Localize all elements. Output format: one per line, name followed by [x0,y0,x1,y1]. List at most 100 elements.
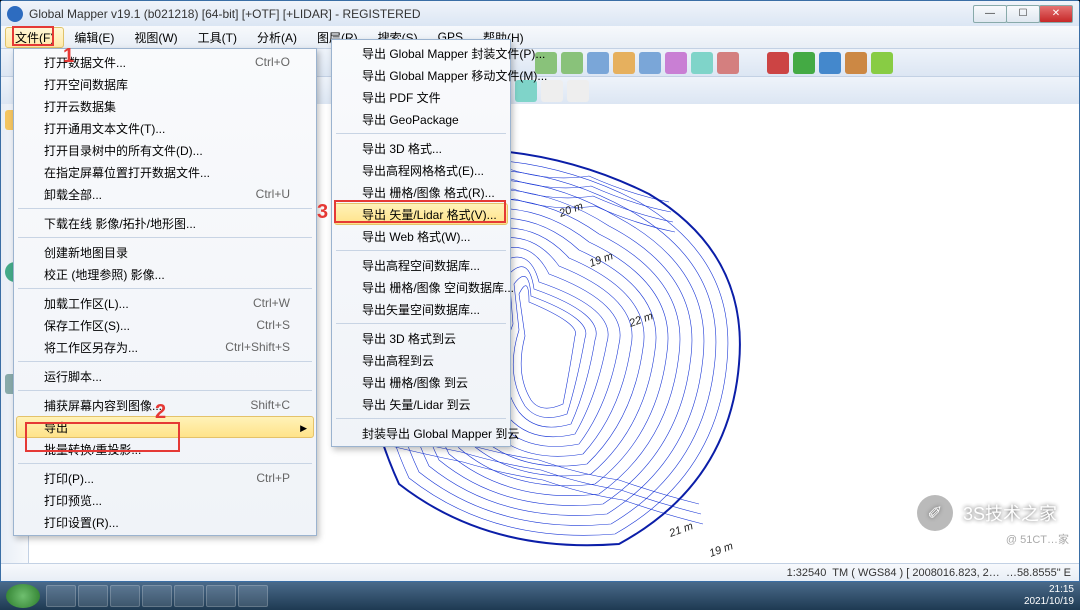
menu-item-label: 导出 栅格/图像 格式(R)... [362,184,495,201]
file-menu-item[interactable]: 打开云数据集 [16,95,314,117]
taskbar-clock[interactable]: 21:15 2021/10/19 [1024,584,1074,608]
menu-item-label: 批量转换/重投影... [44,441,141,458]
export-menu-item[interactable]: 导出 3D 格式... [334,137,508,159]
draw-poly-icon[interactable] [793,52,815,74]
taskbar-app[interactable] [206,585,236,607]
menu-item-label: 打开目录树中的所有文件(D)... [44,142,203,159]
tool5-icon[interactable] [691,52,713,74]
export-submenu-dropdown: 导出 Global Mapper 封装文件(P)...导出 Global Map… [331,39,511,447]
file-menu-item[interactable]: 运行脚本... [16,365,314,387]
minimize-button[interactable]: — [973,5,1007,23]
menu-item-label: 导出高程空间数据库... [362,257,480,274]
menu-item-label: 保存工作区(S)... [44,317,130,334]
close-button[interactable]: ✕ [1039,5,1073,23]
menu-item-label: 下载在线 影像/拓扑/地形图... [44,215,196,232]
search-icon[interactable] [567,80,589,102]
taskbar-app[interactable] [238,585,268,607]
draw-arc-icon[interactable] [845,52,867,74]
export-menu-item[interactable]: 封装导出 Global Mapper 到云 [334,422,508,444]
file-menu-item[interactable]: 保存工作区(S)...Ctrl+S [16,314,314,336]
menu-item-label: 在指定屏幕位置打开数据文件... [44,164,210,181]
menu-item-label: 导出 栅格/图像 到云 [362,374,468,391]
file-menu-item[interactable]: 打印设置(R)... [16,511,314,533]
export-menu-item[interactable]: 导出 Global Mapper 移动文件(M)... [334,64,508,86]
window-buttons: — ☐ ✕ [973,5,1073,23]
menu-tools[interactable]: 工具(T) [188,27,247,48]
menu-item-label: 卸载全部... [44,186,102,203]
menu-item-shortcut: Ctrl+Shift+S [195,340,290,354]
file-menu-item[interactable]: 打印(P)...Ctrl+P [16,467,314,489]
export-menu-item[interactable]: 导出矢量空间数据库... [334,298,508,320]
file-menu-item[interactable]: 打开目录树中的所有文件(D)... [16,139,314,161]
menu-item-label: 打开数据文件... [44,54,126,71]
file-menu-item[interactable]: 打印预览... [16,489,314,511]
menu-item-label: 封装导出 Global Mapper 到云 [362,425,519,442]
export-menu-item[interactable]: 导出高程到云 [334,349,508,371]
menu-item-label: 导出 3D 格式到云 [362,330,456,347]
file-menu-item[interactable]: 打开空间数据库 [16,73,314,95]
menu-view[interactable]: 视图(W) [124,27,187,48]
file-menu-item[interactable]: 导出▶ [16,416,314,438]
export-menu-item[interactable]: 导出 矢量/Lidar 格式(V)... [334,203,508,225]
status-proj: TM ( WGS84 ) [ 2008016.823, 2… [832,567,1000,579]
menu-item-label: 导出高程网格格式(E)... [362,162,484,179]
file-menu-item[interactable]: 在指定屏幕位置打开数据文件... [16,161,314,183]
taskbar-app[interactable] [46,585,76,607]
tool6-icon[interactable] [717,52,739,74]
maximize-button[interactable]: ☐ [1006,5,1040,23]
menu-item-label: 导出 Global Mapper 移动文件(M)... [362,67,547,84]
file-menu-item[interactable]: 加载工作区(L)...Ctrl+W [16,292,314,314]
export-menu-item[interactable]: 导出高程网格格式(E)... [334,159,508,181]
export-menu-item[interactable]: 导出 Web 格式(W)... [334,225,508,247]
tool3-icon[interactable] [639,52,661,74]
draw-line-icon[interactable] [767,52,789,74]
taskbar: 21:15 2021/10/19 [0,582,1080,610]
menu-item-label: 运行脚本... [44,368,102,385]
file-menu-item[interactable]: 校正 (地理参照) 影像... [16,263,314,285]
menu-file[interactable]: 文件(F) [5,27,64,48]
menu-item-label: 打开空间数据库 [44,76,128,93]
file-menu-item[interactable]: 创建新地图目录 [16,241,314,263]
file-menu-item[interactable]: 将工作区另存为...Ctrl+Shift+S [16,336,314,358]
watermark-small: @ 51CT…家 [1006,531,1069,547]
export-menu-item[interactable]: 导出 栅格/图像 空间数据库... [334,276,508,298]
export-menu-item[interactable]: 导出 栅格/图像 到云 [334,371,508,393]
tool4-icon[interactable] [665,52,687,74]
export-menu-item[interactable]: 导出 GeoPackage [334,108,508,130]
menu-item-label: 导出 矢量/Lidar 到云 [362,396,471,413]
menu-item-label: 导出 栅格/图像 空间数据库... [362,279,514,296]
taskbar-app[interactable] [174,585,204,607]
menu-item-label: 导出矢量空间数据库... [362,301,480,318]
file-menu-item[interactable]: 打开数据文件...Ctrl+O [16,51,314,73]
export-menu-item[interactable]: 导出 3D 格式到云 [334,327,508,349]
menu-item-label: 导出 PDF 文件 [362,89,441,106]
menu-edit[interactable]: 编辑(E) [64,27,124,48]
file-menu-item[interactable]: 下载在线 影像/拓扑/地形图... [16,212,314,234]
menu-item-label: 打印(P)... [44,470,94,487]
start-button[interactable] [6,584,40,608]
taskbar-app[interactable] [142,585,172,607]
export-menu-item[interactable]: 导出 栅格/图像 格式(R)... [334,181,508,203]
draw-free-icon[interactable] [871,52,893,74]
menu-item-label: 导出 3D 格式... [362,140,442,157]
tool-icon[interactable] [587,52,609,74]
menu-analysis[interactable]: 分析(A) [247,27,307,48]
taskbar-app[interactable] [78,585,108,607]
taskbar-app[interactable] [110,585,140,607]
export-menu-item[interactable]: 导出 PDF 文件 [334,86,508,108]
status-coord: …58.8555" E [1006,567,1071,579]
export-menu-item[interactable]: 导出高程空间数据库... [334,254,508,276]
tool2-icon[interactable] [613,52,635,74]
menu-item-label: 打印设置(R)... [44,514,119,531]
draw-point-icon[interactable] [819,52,841,74]
file-menu-item[interactable]: 打开通用文本文件(T)... [16,117,314,139]
file-menu-item[interactable]: 批量转换/重投影... [16,438,314,460]
watermark: ✐ 3S技术之家 [917,495,1057,531]
export-menu-item[interactable]: 导出 Global Mapper 封装文件(P)... [334,42,508,64]
file-menu-item[interactable]: 卸载全部...Ctrl+U [16,183,314,205]
menu-item-label: 导出 [44,419,68,436]
terrain2-icon[interactable] [561,52,583,74]
file-menu-dropdown: 打开数据文件...Ctrl+O 打开空间数据库打开云数据集打开通用文本文件(T).… [13,48,317,536]
export-menu-item[interactable]: 导出 矢量/Lidar 到云 [334,393,508,415]
file-menu-item[interactable]: 捕获屏幕内容到图像...Shift+C [16,394,314,416]
